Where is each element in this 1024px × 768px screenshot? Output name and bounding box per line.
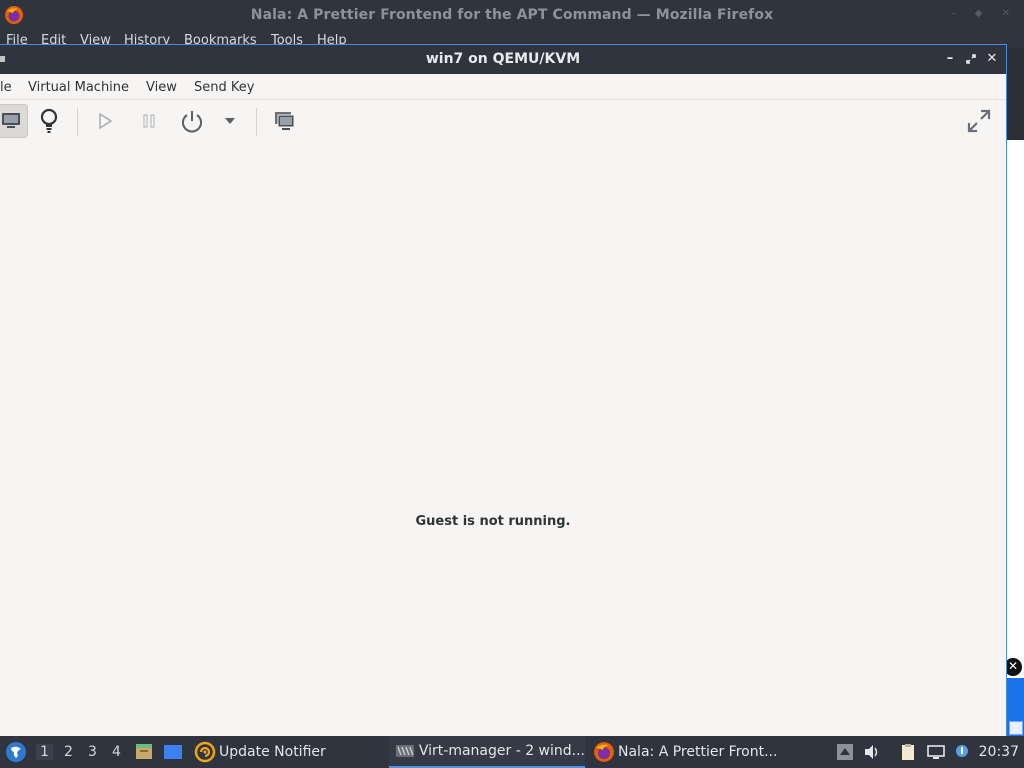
start-menu-icon[interactable] (5, 741, 27, 763)
fullscreen-icon (967, 109, 991, 133)
toolbar-separator (256, 108, 257, 136)
monitor-icon (2, 113, 20, 128)
vm-menu-virtual-machine[interactable]: Virtual Machine (28, 80, 129, 95)
toolbar-separator (77, 108, 78, 136)
update-notifier-icon (194, 741, 216, 763)
shutdown-button[interactable] (177, 104, 207, 138)
workspace-1[interactable]: 1 (36, 744, 53, 760)
virt-manager-icon (395, 745, 414, 757)
desktop-icon[interactable] (163, 743, 183, 761)
workspace-2[interactable]: 2 (64, 744, 73, 760)
task-virt-manager[interactable]: Virt-manager - 2 wind... (389, 736, 585, 768)
clock[interactable]: 20:37 (979, 744, 1019, 760)
task-label: Nala: A Prettier Front... (618, 744, 778, 760)
firefox-icon (594, 742, 614, 762)
snapshots-button[interactable] (270, 104, 300, 138)
tray-up-arrow-icon[interactable] (836, 743, 854, 761)
workspace-3[interactable]: 3 (88, 744, 97, 760)
vm-toolbar (0, 100, 1006, 142)
firefox-page-edge: ✕ (1004, 48, 1024, 736)
task-label: Virt-manager - 2 wind... (418, 743, 585, 759)
file-manager-icon[interactable] (135, 743, 153, 761)
vm-titlebar[interactable]: ▪ win7 on QEMU/KVM – ✕ (0, 45, 1006, 74)
firefox-window-title: Nala: A Prettier Frontend for the APT Co… (250, 7, 774, 23)
vm-console-window: ▪ win7 on QEMU/KVM – ✕ le Virtual Machin… (0, 44, 1007, 736)
task-label: Update Notifier (219, 744, 326, 760)
task-firefox[interactable]: Nala: A Prettier Front... (593, 736, 793, 768)
details-button[interactable] (34, 104, 64, 138)
minimize-icon[interactable]: – (941, 50, 959, 68)
taskbar: 1 2 3 4 Update Notifier Virt-manager - 2… (0, 736, 1024, 768)
volume-icon[interactable] (863, 743, 881, 761)
power-icon (182, 111, 202, 133)
vm-menu-file[interactable]: le (0, 80, 12, 95)
workspace-4[interactable]: 4 (112, 744, 121, 760)
network-icon[interactable] (927, 743, 945, 761)
vm-menu-view[interactable]: View (146, 80, 177, 95)
lightbulb-icon (40, 108, 58, 133)
clipboard-icon[interactable] (899, 743, 917, 761)
vm-window-title: win7 on QEMU/KVM (425, 51, 581, 67)
run-button[interactable] (92, 104, 118, 138)
console-button[interactable] (0, 104, 28, 138)
task-update-notifier[interactable]: Update Notifier (194, 736, 369, 768)
firefox-page-content (1007, 140, 1024, 720)
play-icon (99, 112, 113, 130)
adchoices-icon[interactable] (1009, 721, 1023, 735)
snapshots-icon (275, 112, 295, 130)
vm-display-area[interactable]: Guest is not running. (0, 142, 1006, 736)
vm-menu-send-key[interactable]: Send Key (194, 80, 254, 95)
firefox-titlebar: Nala: A Prettier Frontend for the APT Co… (0, 0, 1024, 30)
guest-status-text: Guest is not running. (415, 514, 571, 529)
firefox-window-controls[interactable]: – ◆ ✕ (951, 8, 1018, 19)
maximize-icon[interactable] (962, 50, 980, 68)
shutdown-menu-button[interactable] (219, 104, 241, 138)
vm-menubar: le Virtual Machine View Send Key (0, 74, 1006, 100)
fullscreen-button[interactable] (962, 104, 996, 138)
pause-icon (143, 114, 155, 128)
dropdown-arrow-icon (225, 118, 235, 124)
bluetooth-icon[interactable] (953, 743, 971, 761)
pause-button[interactable] (136, 104, 162, 138)
close-icon[interactable]: ✕ (983, 50, 1001, 68)
